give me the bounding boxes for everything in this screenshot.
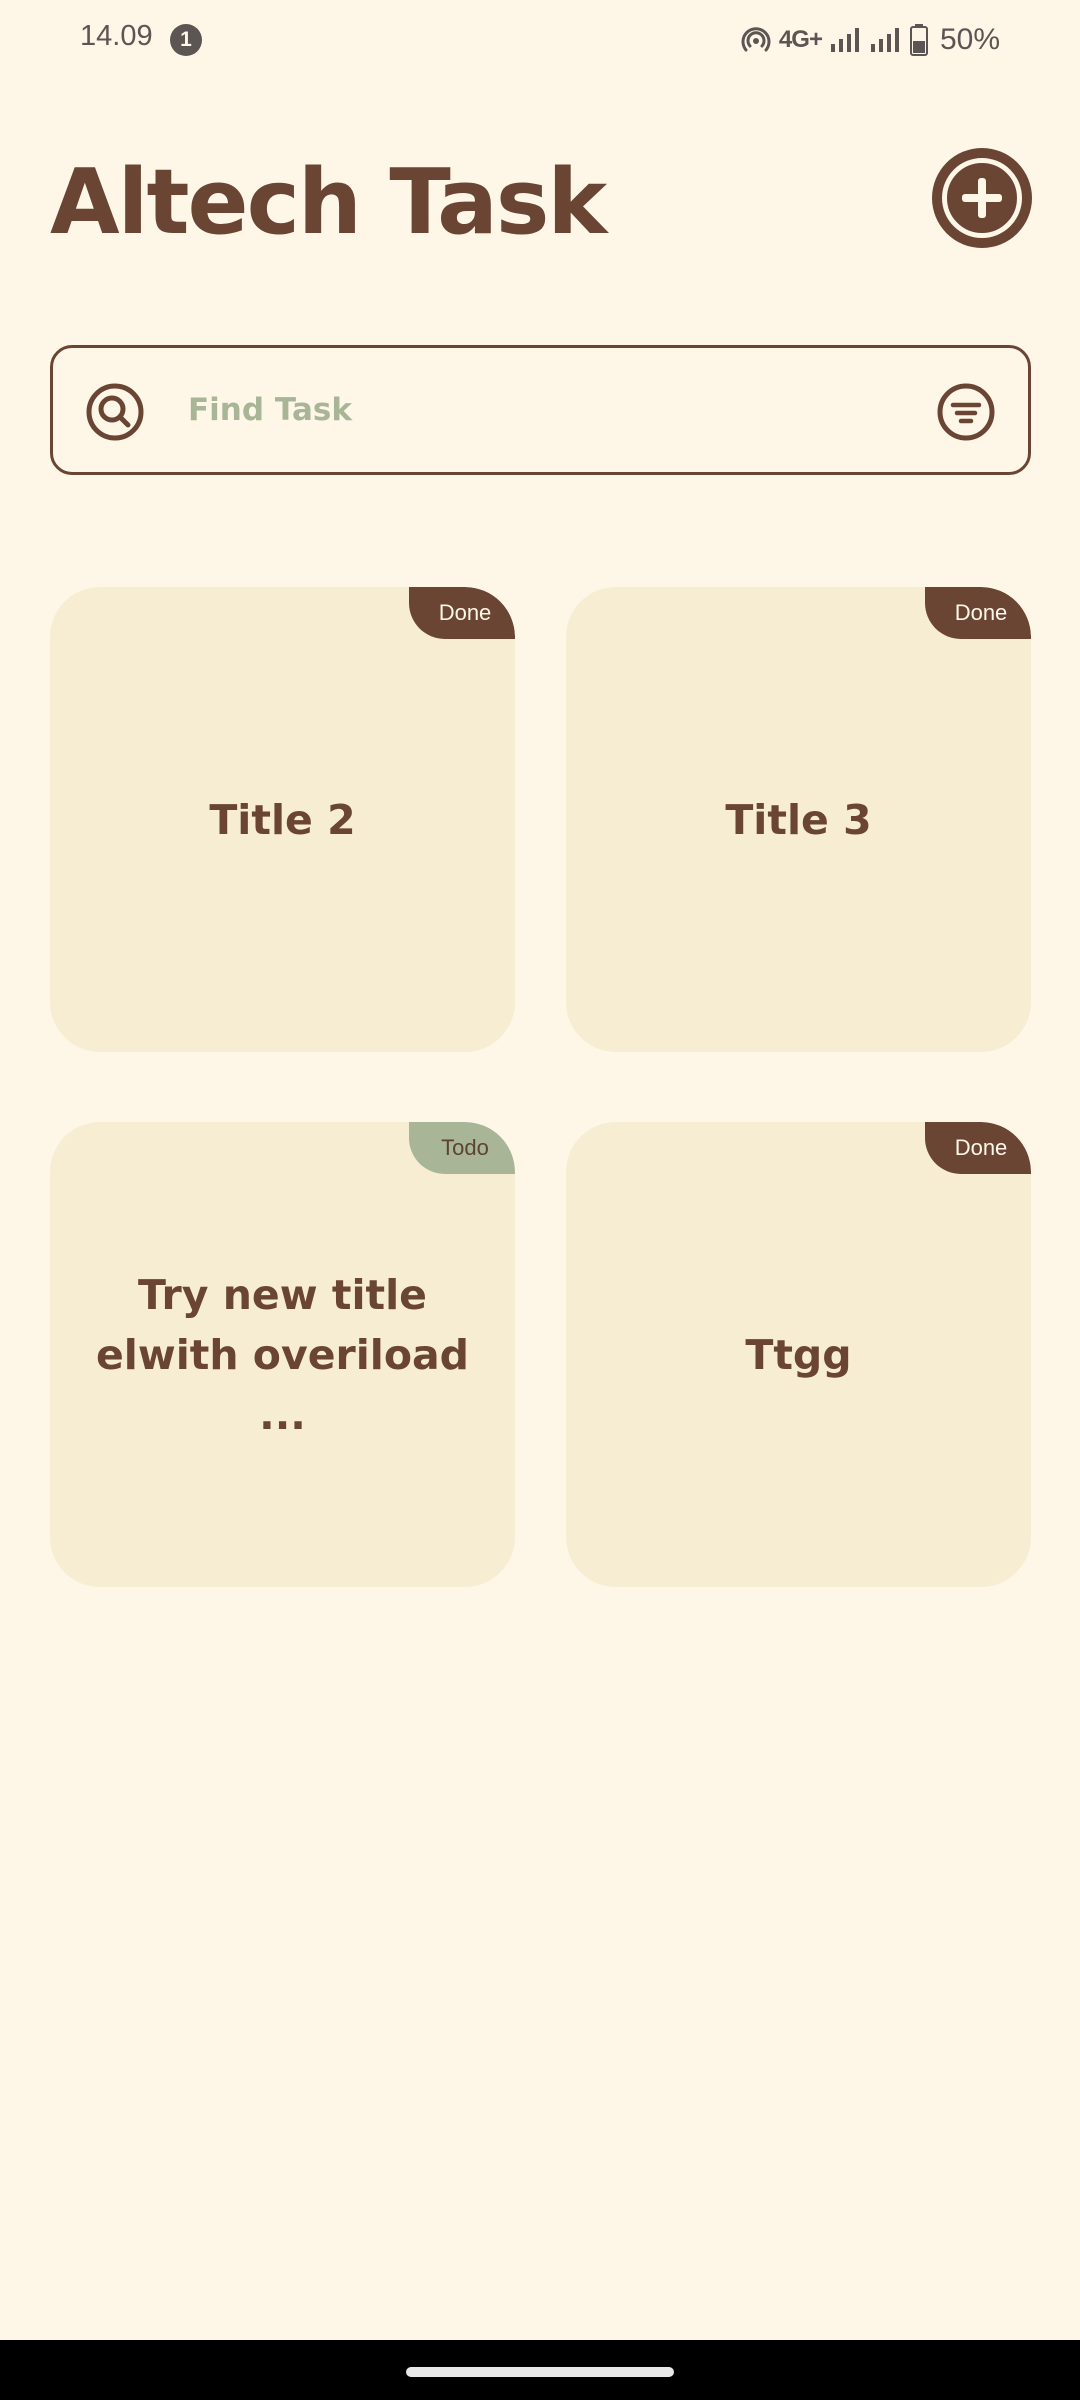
task-card[interactable]: Done Title 2: [50, 587, 515, 1052]
task-card[interactable]: Todo Try new title elwith overiload ...: [50, 1122, 515, 1587]
status-icons: 4G+ 50%: [741, 18, 1000, 62]
task-title: Try new title elwith overiload ...: [95, 1270, 470, 1439]
task-card[interactable]: Done Ttgg: [566, 1122, 1031, 1587]
status-time: 14.09: [80, 20, 153, 52]
filter-icon[interactable]: [936, 382, 996, 446]
network-type: 4G+: [778, 26, 823, 53]
task-title: Ttgg: [745, 1330, 852, 1379]
search-icon: [85, 382, 145, 446]
signal-icon: [830, 26, 862, 54]
search-input[interactable]: [188, 378, 828, 442]
hotspot-icon: [741, 25, 771, 55]
add-task-button[interactable]: [932, 148, 1032, 248]
task-card[interactable]: Done Title 3: [566, 587, 1031, 1052]
task-title: Title 3: [725, 795, 872, 844]
battery-percent: 50%: [939, 23, 1000, 56]
page-title: Altech Task: [50, 150, 607, 255]
status-bar: 14.09 1 4G+ 50%: [0, 0, 1080, 80]
task-title: Title 2: [209, 795, 356, 844]
signal-icon-2: [870, 26, 902, 54]
screen: 14.09 1 4G+ 50% Altech Task Find Task Do…: [0, 0, 1080, 2400]
home-indicator[interactable]: [406, 2367, 674, 2377]
notification-badge: 1: [170, 24, 202, 56]
search-bar: [50, 345, 1031, 475]
battery-icon: [909, 24, 928, 56]
